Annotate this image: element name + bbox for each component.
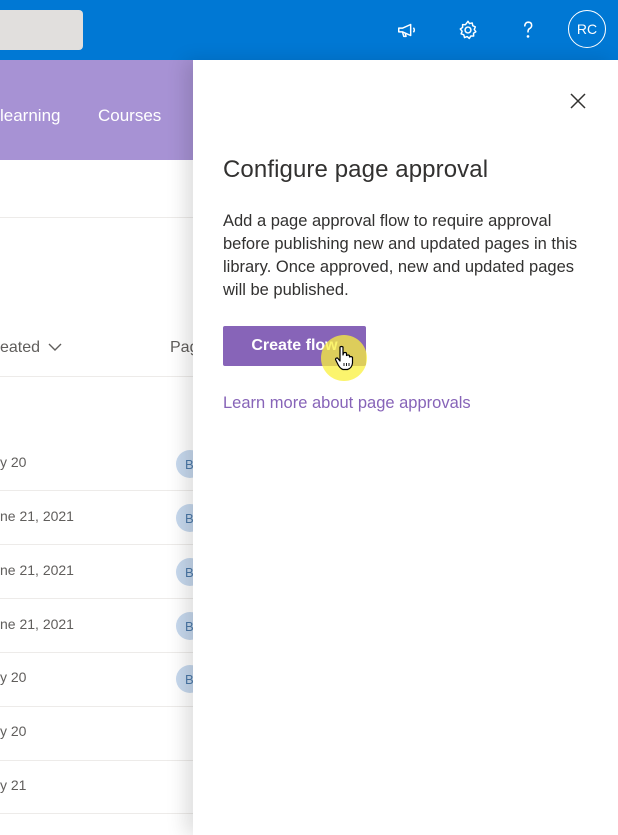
avatar-initials: RC [576, 21, 598, 37]
row-date: y 21 [0, 777, 27, 793]
close-icon[interactable] [567, 90, 589, 112]
learn-more-link[interactable]: Learn more about page approvals [223, 394, 471, 413]
row-date: y 20 [0, 669, 27, 685]
megaphone-icon[interactable] [391, 14, 423, 46]
avatar[interactable]: RC [568, 10, 606, 48]
panel-title: Configure page approval [223, 156, 489, 183]
row-divider [0, 544, 200, 545]
row-divider [0, 598, 200, 599]
row-date: y 20 [0, 454, 27, 470]
panel-description: Add a page approval flow to require appr… [223, 212, 578, 299]
nav-item-learning[interactable]: learning [0, 106, 61, 126]
suite-bar: RC [0, 0, 618, 60]
search-box[interactable] [0, 10, 83, 50]
create-flow-button[interactable]: Create flow [223, 326, 366, 366]
row-divider [0, 760, 200, 761]
nav-item-courses[interactable]: Courses [98, 106, 161, 126]
row-date: y 20 [0, 723, 27, 739]
gear-icon[interactable] [452, 14, 484, 46]
help-icon[interactable] [512, 14, 544, 46]
command-bar-divider [0, 217, 200, 218]
configure-page-approval-panel: Configure page approval Add a page appro… [193, 60, 618, 835]
header-divider [0, 376, 200, 377]
column-header-created[interactable]: eated [0, 339, 62, 357]
row-divider [0, 813, 200, 814]
chevron-down-icon [48, 339, 62, 357]
column-header-created-label: eated [0, 339, 41, 357]
row-date: ne 21, 2021 [0, 562, 74, 578]
row-divider [0, 652, 200, 653]
row-date: ne 21, 2021 [0, 508, 74, 524]
row-divider [0, 490, 200, 491]
row-date: ne 21, 2021 [0, 616, 74, 632]
row-divider [0, 706, 200, 707]
